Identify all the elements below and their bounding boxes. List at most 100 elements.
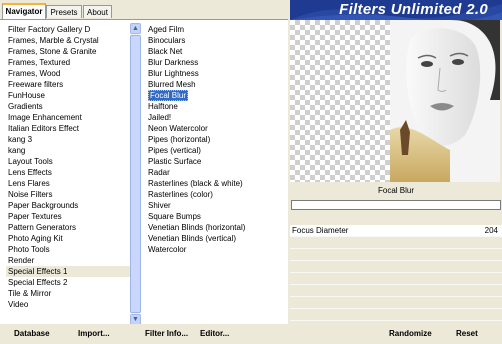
list-item-label: Neon Watercolor xyxy=(148,124,208,133)
list-item-label: kang 3 xyxy=(8,135,33,144)
reset-button[interactable]: Reset xyxy=(456,328,478,340)
category-item[interactable]: Pattern Generators xyxy=(6,222,130,233)
filter-item[interactable]: Watercolor xyxy=(146,244,286,255)
filter-list[interactable]: Aged Film Binoculars Black Net Blur Darknes… xyxy=(146,24,286,324)
list-item-label: FunHouse xyxy=(8,91,45,100)
tab-about[interactable]: About xyxy=(83,5,112,18)
list-item-label: Layout Tools xyxy=(8,157,53,166)
list-item-label: Plastic Surface xyxy=(148,157,202,166)
category-item[interactable]: Frames, Textured xyxy=(6,57,130,68)
filter-item[interactable]: Plastic Surface xyxy=(146,156,286,167)
list-item-label: Noise Filters xyxy=(8,190,53,199)
list-item-label: Photo Aging Kit xyxy=(8,234,63,243)
category-item[interactable]: Filter Factory Gallery D xyxy=(6,24,130,35)
filter-item[interactable]: Venetian Blinds (horizontal) xyxy=(146,222,286,233)
list-item-label: Tile & Mirror xyxy=(8,289,52,298)
category-item[interactable]: Special Effects 2 xyxy=(6,277,130,288)
list-item-label: Focal Blur xyxy=(148,90,189,101)
filter-item[interactable]: Black Net xyxy=(146,46,286,57)
category-item[interactable]: Frames, Wood xyxy=(6,68,130,79)
filter-item[interactable]: Square Bumps xyxy=(146,211,286,222)
filter-info-button[interactable]: Filter Info... xyxy=(145,328,188,340)
category-item[interactable]: Paper Backgrounds xyxy=(6,200,130,211)
navigator-panel: Filter Factory Gallery D Frames, Marble &… xyxy=(0,19,288,325)
filter-item[interactable]: Focal Blur xyxy=(146,90,286,101)
filter-item[interactable]: Blurred Mesh xyxy=(146,79,286,90)
list-item-label: Blurred Mesh xyxy=(148,80,196,89)
filter-item[interactable]: Radar xyxy=(146,167,286,178)
category-item[interactable]: Layout Tools xyxy=(6,156,130,167)
category-scrollbar[interactable]: ▲ ▼ xyxy=(130,23,141,325)
category-item[interactable]: Paper Textures xyxy=(6,211,130,222)
list-item-label: Italian Editors Effect xyxy=(8,124,79,133)
list-item-label: Special Effects 2 xyxy=(8,278,68,287)
category-item[interactable]: Photo Aging Kit xyxy=(6,233,130,244)
list-item-label: Rasterlines (black & white) xyxy=(148,179,243,188)
progress-bar xyxy=(291,200,501,210)
portrait-photo xyxy=(390,20,500,182)
editor-button[interactable]: Editor... xyxy=(200,328,229,340)
filter-item[interactable]: Aged Film xyxy=(146,24,286,35)
list-item-label: Render xyxy=(8,256,35,265)
list-item-label: Paper Textures xyxy=(8,212,62,221)
filter-item[interactable]: Blur Lightness xyxy=(146,68,286,79)
filter-item[interactable]: Venetian Blinds (vertical) xyxy=(146,233,286,244)
list-item-label: Gradients xyxy=(8,102,43,111)
list-item-label: Jailed! xyxy=(148,113,172,122)
category-item[interactable]: Special Effects 1 xyxy=(6,266,130,277)
preview-filter-name: Focal Blur xyxy=(377,186,414,195)
empty-parameter-row xyxy=(290,297,502,309)
randomize-button[interactable]: Randomize xyxy=(389,328,432,340)
category-item[interactable]: Lens Flares xyxy=(6,178,130,189)
category-item[interactable]: Gradients xyxy=(6,101,130,112)
category-item[interactable]: Lens Effects xyxy=(6,167,130,178)
parameter-value[interactable]: 204 xyxy=(485,226,498,235)
filter-item[interactable]: Rasterlines (black & white) xyxy=(146,178,286,189)
import-button[interactable]: Import... xyxy=(78,328,110,340)
list-item-label: Freeware filters xyxy=(8,80,64,89)
empty-parameter-row xyxy=(290,309,502,321)
category-item[interactable]: Noise Filters xyxy=(6,189,130,200)
list-item-label: Paper Backgrounds xyxy=(8,201,79,210)
category-item[interactable]: Frames, Marble & Crystal xyxy=(6,35,130,46)
category-item[interactable]: Image Enhancement xyxy=(6,112,130,123)
category-item[interactable]: Tile & Mirror xyxy=(6,288,130,299)
tab-navigator[interactable]: Navigator xyxy=(2,3,46,19)
category-item[interactable]: kang xyxy=(6,145,130,156)
transparency-checkerboard xyxy=(290,20,390,182)
filter-item[interactable]: Blur Darkness xyxy=(146,57,286,68)
tab-presets[interactable]: Presets xyxy=(46,5,82,18)
filter-item[interactable]: Rasterlines (color) xyxy=(146,189,286,200)
list-item-label: Rasterlines (color) xyxy=(148,190,213,199)
category-item[interactable]: kang 3 xyxy=(6,134,130,145)
list-item-label: Aged Film xyxy=(148,25,185,34)
category-item[interactable]: Photo Tools xyxy=(6,244,130,255)
filter-item[interactable]: Pipes (horizontal) xyxy=(146,134,286,145)
category-item[interactable]: Render xyxy=(6,255,130,266)
empty-parameter-row xyxy=(290,273,502,285)
parameter-row[interactable]: Focus Diameter 204 xyxy=(290,225,502,237)
filter-item[interactable]: Halftone xyxy=(146,101,286,112)
category-item[interactable]: Freeware filters xyxy=(6,79,130,90)
filter-item[interactable]: Neon Watercolor xyxy=(146,123,286,134)
category-list[interactable]: Filter Factory Gallery D Frames, Marble &… xyxy=(6,24,130,324)
empty-parameter-row xyxy=(290,249,502,261)
category-item[interactable]: Italian Editors Effect xyxy=(6,123,130,134)
empty-parameter-row xyxy=(290,285,502,297)
list-item-label: kang xyxy=(8,146,26,155)
category-item[interactable]: Frames, Stone & Granite xyxy=(6,46,130,57)
category-item[interactable]: FunHouse xyxy=(6,90,130,101)
list-item-label: Filter Factory Gallery D xyxy=(8,25,91,34)
category-scroll-thumb[interactable] xyxy=(130,35,141,313)
filter-item[interactable]: Pipes (vertical) xyxy=(146,145,286,156)
list-item-label: Venetian Blinds (horizontal) xyxy=(148,223,246,232)
filter-item[interactable]: Jailed! xyxy=(146,112,286,123)
filter-item[interactable]: Binoculars xyxy=(146,35,286,46)
category-item[interactable]: Video xyxy=(6,299,130,310)
app-banner: Filters Unlimited 2.0 xyxy=(290,0,502,20)
database-button[interactable]: Database xyxy=(14,328,50,340)
list-item-label: Radar xyxy=(148,168,170,177)
filter-item[interactable]: Shiver xyxy=(146,200,286,211)
parameter-panel: Focus Diameter 204 xyxy=(290,215,502,324)
scroll-up-arrow-icon[interactable]: ▲ xyxy=(130,23,141,34)
